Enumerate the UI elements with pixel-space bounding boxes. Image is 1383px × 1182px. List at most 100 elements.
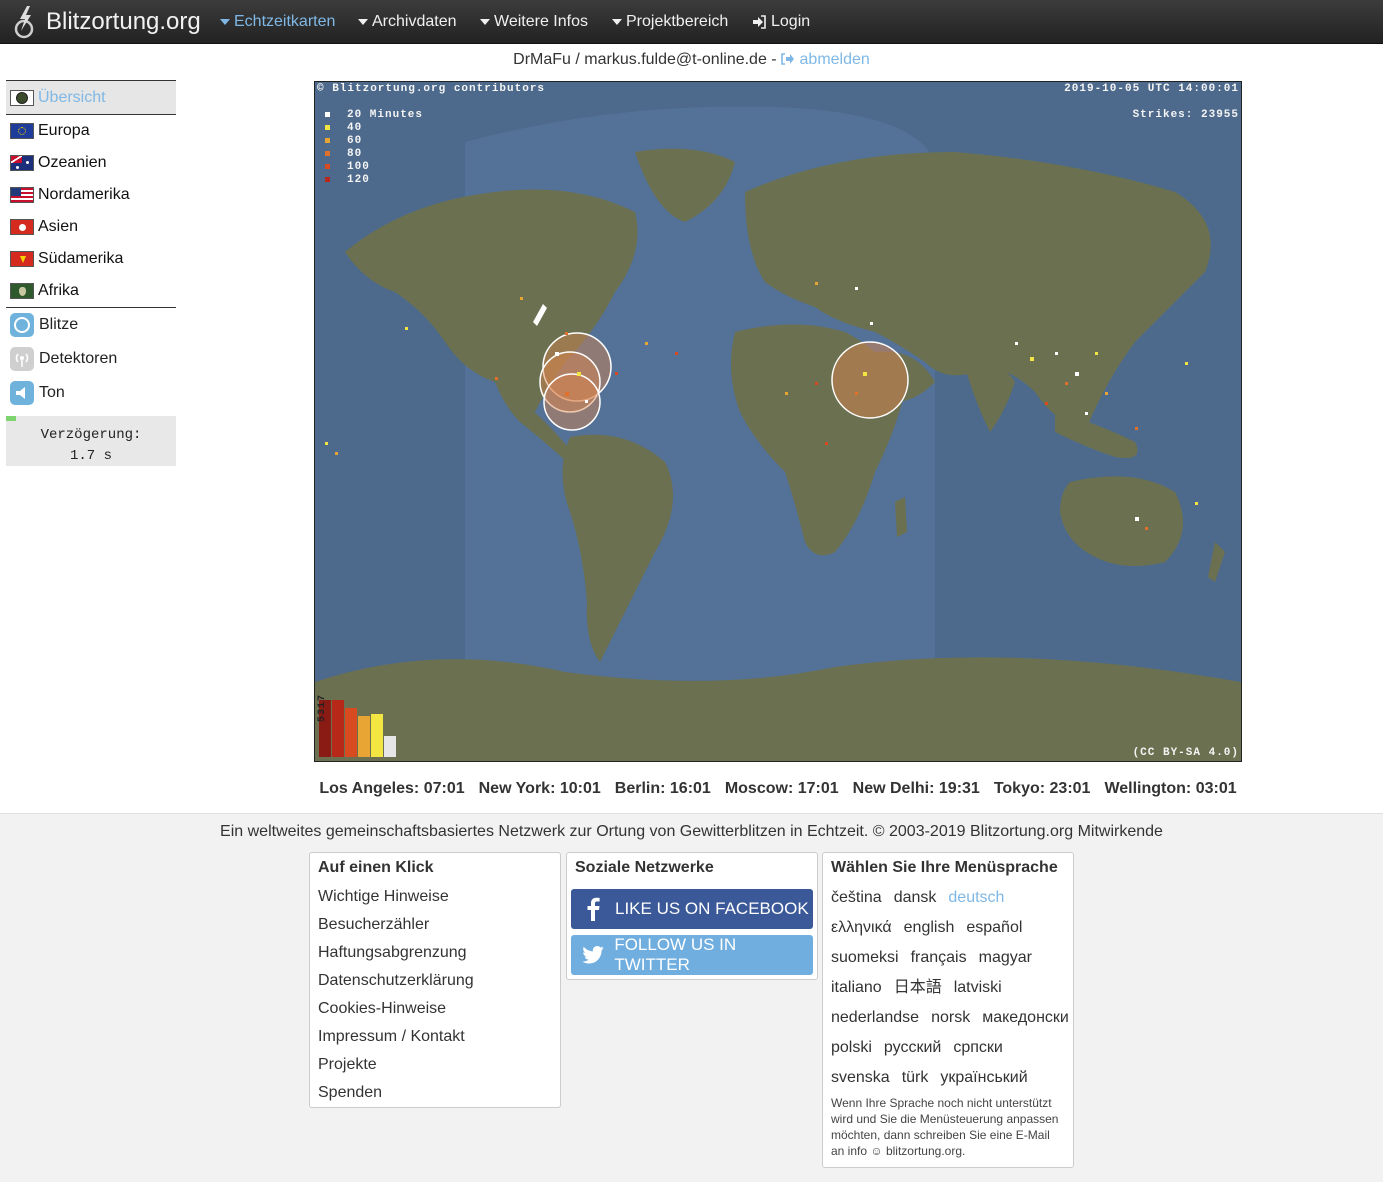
twitter-button[interactable]: FOLLOW US IN TWITTER (571, 935, 813, 975)
sidebar-item-label: Übersicht (38, 88, 106, 106)
sidebar-item-afrika[interactable]: Afrika (6, 275, 176, 307)
language-option[interactable]: український (940, 1063, 1027, 1093)
eu-flag-icon (10, 123, 34, 139)
sidebar-item-label: Asien (38, 218, 79, 235)
link-datenschutz[interactable]: Datenschutzerklärung (318, 967, 552, 995)
quick-links-title: Auf einen Klick (318, 859, 434, 876)
language-note: Wenn Ihre Sprache noch nicht unterstützt… (831, 1096, 1059, 1158)
link-haftungsabgrenzung[interactable]: Haftungsabgrenzung (318, 939, 552, 967)
quick-links-box: Auf einen Klick Wichtige Hinweise Besuch… (309, 852, 561, 1108)
nav-archivdaten[interactable]: Archivdaten (358, 0, 457, 44)
southamerica-flag-icon (10, 251, 34, 267)
language-list: čeština dansk deutsch ελληνικά english españo… (831, 883, 1069, 1093)
language-option[interactable]: suomeksi (831, 943, 899, 973)
speaker-icon (10, 381, 34, 405)
link-projekte[interactable]: Projekte (318, 1051, 552, 1079)
language-row: ελληνικά english español (831, 913, 1065, 943)
sidebar-item-ton[interactable]: Ton (6, 376, 176, 410)
nav-label: Login (771, 13, 811, 30)
language-option[interactable]: türk (902, 1063, 929, 1093)
language-option[interactable]: italiano (831, 973, 882, 1003)
language-option[interactable]: српски (953, 1033, 1003, 1063)
link-besucherzaehler[interactable]: Besucherzähler (318, 911, 552, 939)
login-icon (753, 15, 766, 29)
map-legend: 20 Minutes 40 60 80 100 120 (325, 108, 423, 186)
india-shape (965, 366, 1015, 432)
sidebar-tool-label: Blitze (39, 316, 79, 333)
legend-swatch (325, 151, 330, 156)
language-option[interactable]: русский (884, 1033, 941, 1063)
nav-label: Archivdaten (372, 13, 457, 30)
link-cookies[interactable]: Cookies-Hinweise (318, 995, 552, 1023)
language-box: Wählen Sie Ihre Menüsprache čeština dansk… (822, 852, 1074, 1168)
sidebar-item-label: Südamerika (38, 250, 124, 267)
sidebar-item-asien[interactable]: Asien (6, 211, 176, 243)
legend-swatch (325, 177, 330, 182)
link-spenden[interactable]: Spenden (318, 1079, 552, 1107)
nav-projektbereich[interactable]: Projektbereich (612, 0, 728, 44)
facebook-button[interactable]: LIKE US ON FACEBOOK (571, 889, 813, 929)
user-bar: DrMaFu / markus.fulde@t-online.de - abme… (0, 48, 1383, 72)
language-option[interactable]: македонски (982, 1003, 1069, 1033)
language-row: čeština dansk deutsch (831, 883, 1065, 913)
brand[interactable]: Blitzortung.org (12, 4, 201, 40)
caret-down-icon (480, 19, 490, 25)
sidebar-item-detektoren[interactable]: Detektoren (6, 342, 176, 376)
delay-progress (6, 416, 16, 421)
map-timestamp: 2019-10-05 UTC 14:00:01 (1064, 83, 1239, 95)
map-license: (CC BY-SA 4.0) (1132, 747, 1239, 759)
strike-circle (831, 341, 909, 419)
strike-circle (543, 373, 601, 431)
sidebar-item-label: Afrika (38, 282, 79, 299)
sidebar-item-suedamerika[interactable]: Südamerika (6, 243, 176, 275)
sidebar-item-nordamerika[interactable]: Nordamerika (6, 179, 176, 211)
language-option[interactable]: ελληνικά (831, 913, 892, 943)
nav-echtzeitkarten[interactable]: Echtzeitkarten (220, 0, 335, 44)
language-option[interactable]: magyar (979, 943, 1032, 973)
sidebar-item-blitze[interactable]: Blitze (6, 308, 176, 342)
sidebar-tool-label: Ton (39, 384, 65, 401)
logout-link[interactable]: abmelden (781, 51, 870, 68)
globe-icon (10, 89, 34, 106)
australia-flag-icon (10, 155, 34, 171)
caret-down-icon (612, 19, 622, 25)
language-option[interactable]: nederlandse (831, 1003, 919, 1033)
facebook-icon (571, 897, 615, 921)
map-strikes-count: Strikes: 23955 (1132, 109, 1239, 121)
clock-berlin: Berlin: 16:01 (614, 780, 711, 797)
language-option[interactable]: dansk (894, 883, 937, 913)
language-row: svenska türk український (831, 1063, 1065, 1093)
sidebar-item-uebersicht[interactable]: Übersicht (6, 81, 176, 114)
link-wichtige-hinweise[interactable]: Wichtige Hinweise (318, 883, 552, 911)
legend-swatch (325, 125, 330, 130)
caret-down-icon (220, 19, 230, 25)
user-separator: / (570, 51, 585, 68)
language-option[interactable]: 日本語 (894, 973, 942, 1003)
nav-weitere-infos[interactable]: Weitere Infos (480, 0, 588, 44)
clock-wellington: Wellington: 03:01 (1104, 780, 1237, 797)
sidebar-item-ozeanien[interactable]: Ozeanien (6, 147, 176, 179)
legend-row: 20 Minutes (325, 108, 423, 121)
language-title: Wählen Sie Ihre Menüsprache (831, 859, 1058, 876)
link-impressum[interactable]: Impressum / Kontakt (318, 1023, 552, 1051)
language-option[interactable]: français (911, 943, 967, 973)
language-option[interactable]: norsk (931, 1003, 970, 1033)
nav-login[interactable]: Login (752, 0, 810, 44)
language-option[interactable]: deutsch (948, 883, 1004, 913)
language-option[interactable]: english (904, 913, 955, 943)
language-row: nederlandse norsk македонски (831, 1003, 1069, 1033)
legend-swatch (325, 138, 330, 143)
legend-swatch (325, 112, 330, 117)
language-option[interactable]: español (966, 913, 1022, 943)
usa-flag-icon (10, 187, 34, 203)
lightning-map[interactable]: © Blitzortung.org contributors 2019-10-0… (314, 81, 1242, 762)
language-option[interactable]: polski (831, 1033, 872, 1063)
caret-down-icon (358, 19, 368, 25)
sidebar-item-europa[interactable]: Europa (6, 115, 176, 147)
language-option[interactable]: svenska (831, 1063, 890, 1093)
sidebar-item-label: Ozeanien (38, 154, 107, 171)
twitter-icon (571, 946, 614, 964)
language-option[interactable]: čeština (831, 883, 882, 913)
language-option[interactable]: latviski (954, 973, 1002, 1003)
social-title: Soziale Netzwerke (575, 859, 714, 876)
